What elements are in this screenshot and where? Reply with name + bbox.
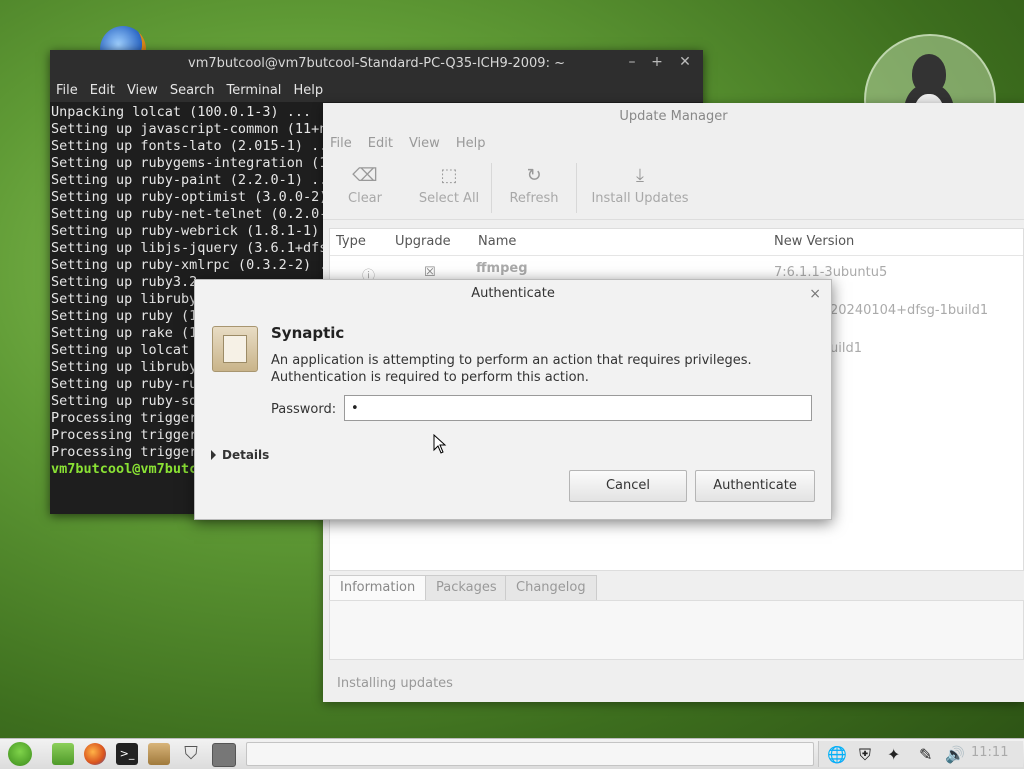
- tab-changelog[interactable]: Changelog: [505, 575, 597, 600]
- menu-file[interactable]: File: [56, 78, 84, 102]
- menu-edit[interactable]: Edit: [368, 131, 393, 157]
- package-version: 7:6.1.1-3ubuntu5: [774, 265, 888, 280]
- dialog-title: Authenticate: [471, 286, 555, 301]
- close-icon[interactable]: ✕: [675, 54, 695, 70]
- package-version: 20240104+dfsg-1build1: [830, 303, 989, 318]
- install-updates-button[interactable]: ⤓ Install Updates: [577, 157, 703, 219]
- network-globe-icon[interactable]: 🌐: [827, 745, 847, 764]
- authenticate-dialog[interactable]: Authenticate × Synaptic An application i…: [194, 279, 832, 520]
- refresh-button[interactable]: ↻ Refresh: [492, 157, 576, 219]
- refresh-label: Refresh: [509, 191, 559, 206]
- taskbar: >_ ⛉ 🌐 ⛨ ✦ ✎ 🔊 11:11: [0, 738, 1024, 769]
- firefox-icon[interactable]: [84, 743, 106, 765]
- dialog-message: An application is attempting to perform …: [271, 353, 752, 385]
- password-label: Password:: [271, 402, 337, 417]
- select-all-icon: ⬚: [440, 165, 458, 186]
- update-manager-title: Update Manager: [619, 109, 728, 124]
- terminal-title: vm7butcool@vm7butcool-Standard-PC-Q35-IC…: [188, 56, 565, 71]
- menu-search[interactable]: Search: [170, 78, 221, 102]
- clear-button[interactable]: ⌫ Clear: [323, 157, 407, 219]
- details-label: Details: [222, 448, 270, 462]
- install-updates-label: Install Updates: [591, 191, 689, 206]
- select-all-button[interactable]: ⬚ Select All: [407, 157, 491, 219]
- synaptic-icon[interactable]: [212, 743, 236, 767]
- status-text: Installing updates: [337, 676, 453, 691]
- column-upgrade[interactable]: Upgrade: [395, 234, 451, 249]
- package-icon[interactable]: [148, 743, 170, 765]
- minimize-icon[interactable]: –: [622, 54, 642, 70]
- package-name: ffmpeg: [476, 261, 528, 276]
- checkbox-icon[interactable]: ☒: [424, 265, 436, 280]
- menu-help[interactable]: Help: [293, 78, 329, 102]
- volume-icon[interactable]: 🔊: [945, 745, 965, 764]
- cancel-button[interactable]: Cancel: [569, 470, 687, 502]
- update-manager-toolbar: ⌫ Clear ⬚ Select All ↻ Refresh ⤓ Install…: [323, 157, 1024, 220]
- menu-file[interactable]: File: [330, 131, 352, 157]
- system-tray: 🌐 ⛨ ✦ ✎ 🔊 11:11: [818, 741, 1023, 767]
- notification-icon[interactable]: ✦: [887, 745, 900, 764]
- close-icon[interactable]: ×: [809, 280, 821, 308]
- details-expander[interactable]: Details: [211, 448, 269, 462]
- update-manager-menubar: File Edit View Help: [323, 131, 1024, 157]
- updates-list-header: Type Upgrade Name New Version: [330, 229, 1023, 256]
- tab-packages[interactable]: Packages: [425, 575, 508, 600]
- menu-edit[interactable]: Edit: [90, 78, 121, 102]
- expander-arrow-icon: [211, 450, 216, 460]
- maximize-icon[interactable]: +: [647, 54, 667, 70]
- clock[interactable]: 11:11: [971, 745, 1008, 760]
- file-manager-icon[interactable]: [52, 743, 74, 765]
- tab-information[interactable]: Information: [329, 575, 427, 600]
- column-type[interactable]: Type: [336, 234, 366, 249]
- menu-view[interactable]: View: [409, 131, 440, 157]
- details-tabs: Information Packages Changelog: [329, 575, 1024, 601]
- dialog-app-name: Synaptic: [271, 324, 345, 342]
- terminal-menubar: File Edit View Search Terminal Help: [50, 78, 703, 102]
- shield-icon[interactable]: ⛉: [180, 743, 202, 765]
- synaptic-app-icon: [212, 326, 258, 372]
- menu-alien-icon[interactable]: [8, 742, 32, 766]
- refresh-icon: ↻: [526, 165, 542, 186]
- terminal-titlebar[interactable]: vm7butcool@vm7butcool-Standard-PC-Q35-IC…: [50, 50, 703, 78]
- dialog-titlebar[interactable]: Authenticate ×: [195, 280, 831, 308]
- authenticate-button[interactable]: Authenticate: [695, 470, 815, 502]
- window-list[interactable]: [246, 742, 814, 766]
- terminal-icon[interactable]: >_: [116, 743, 138, 765]
- information-pane: [329, 600, 1024, 660]
- column-name[interactable]: Name: [478, 234, 516, 249]
- network-icon[interactable]: ✎: [919, 745, 932, 764]
- password-input[interactable]: [344, 395, 812, 421]
- shield-tray-icon[interactable]: ⛨: [859, 745, 871, 765]
- menu-help[interactable]: Help: [456, 131, 486, 157]
- clear-icon: ⌫: [352, 165, 378, 186]
- menu-terminal[interactable]: Terminal: [226, 78, 287, 102]
- menu-view[interactable]: View: [127, 78, 164, 102]
- select-all-label: Select All: [418, 191, 480, 206]
- column-new-version[interactable]: New Version: [774, 234, 854, 249]
- download-icon: ⤓: [636, 165, 644, 186]
- package-version: uild1: [830, 341, 862, 356]
- clear-label: Clear: [348, 191, 382, 206]
